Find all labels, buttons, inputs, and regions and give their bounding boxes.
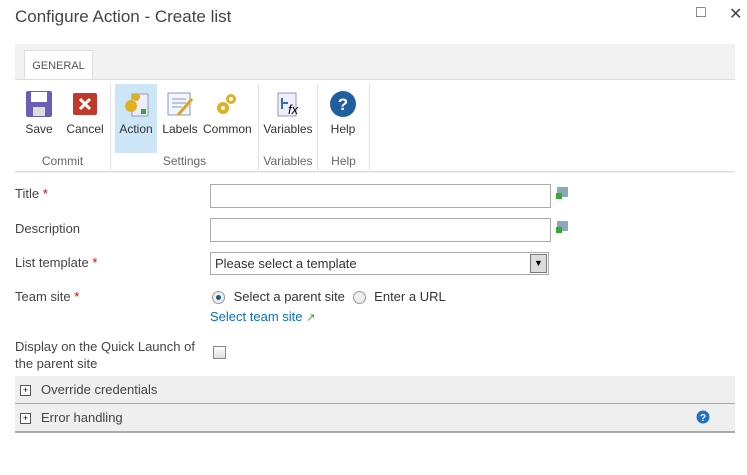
labels-button[interactable]: Labels — [161, 84, 199, 153]
cancel-button[interactable]: Cancel — [63, 84, 107, 153]
variables-icon: fx — [277, 92, 299, 117]
description-input[interactable] — [210, 218, 551, 242]
expand-icon[interactable]: + — [20, 413, 31, 425]
help-icon: ? — [330, 91, 356, 117]
dialog-title: Configure Action - Create list — [15, 7, 232, 26]
action-button[interactable]: Action — [115, 84, 157, 153]
svg-text:?: ? — [700, 413, 706, 424]
group-settings: Action Labels Common Settings — [111, 84, 259, 170]
group-label-variables: Variables — [263, 154, 313, 168]
lookup-icon[interactable] — [556, 221, 569, 233]
group-commit: Save Cancel Commit — [15, 84, 111, 170]
common-button[interactable]: Common — [203, 84, 252, 153]
cancel-icon — [73, 93, 97, 115]
maximize-icon[interactable]: □ — [696, 4, 706, 22]
group-label-help: Help — [331, 154, 356, 168]
quick-launch-label: Display on the Quick Launch of the paren… — [15, 339, 195, 371]
chevron-down-icon[interactable]: ▼ — [530, 254, 547, 273]
team-site-label: Team site * — [15, 289, 80, 304]
title-input[interactable] — [210, 184, 551, 208]
group-variables: fx Variables Variables — [259, 84, 318, 170]
ribbon: GENERAL Save Cancel Commit Action Labels… — [15, 44, 735, 173]
list-template-select[interactable]: Please select a template ▼ — [210, 252, 549, 275]
list-template-label: List template * — [15, 255, 98, 270]
action-icon — [125, 93, 149, 117]
arrow-icon: ↗ — [306, 312, 316, 324]
team-site-radios: Select a parent site Enter a URL — [212, 289, 446, 305]
lookup-icon[interactable] — [556, 187, 569, 199]
section-override-credentials[interactable]: + Override credentials — [15, 376, 735, 404]
close-icon[interactable]: ✕ — [729, 4, 742, 24]
variables-button[interactable]: fx Variables — [261, 84, 315, 153]
labels-icon — [167, 92, 194, 116]
help-button[interactable]: ? Help — [324, 84, 362, 153]
title-label: Title * — [15, 186, 48, 201]
save-button[interactable]: Save — [21, 84, 57, 153]
radio-parent-site[interactable] — [212, 291, 225, 305]
group-label-commit: Commit — [41, 154, 84, 168]
section-error-handling[interactable]: + Error handling ? — [15, 404, 735, 433]
group-help: ? Help Help — [318, 84, 370, 170]
description-label: Description — [15, 221, 81, 236]
tab-general[interactable]: GENERAL — [24, 50, 93, 81]
group-label-settings: Settings — [162, 154, 207, 168]
common-icon — [217, 94, 236, 114]
quick-launch-checkbox[interactable] — [213, 346, 226, 359]
select-team-site-link[interactable]: Select team site ↗ — [210, 309, 315, 324]
save-icon — [26, 91, 52, 117]
svg-text:fx: fx — [288, 102, 299, 117]
expand-icon[interactable]: + — [20, 385, 31, 397]
help-icon[interactable]: ? — [696, 410, 710, 424]
svg-text:?: ? — [338, 95, 348, 114]
radio-enter-url[interactable] — [352, 291, 366, 305]
